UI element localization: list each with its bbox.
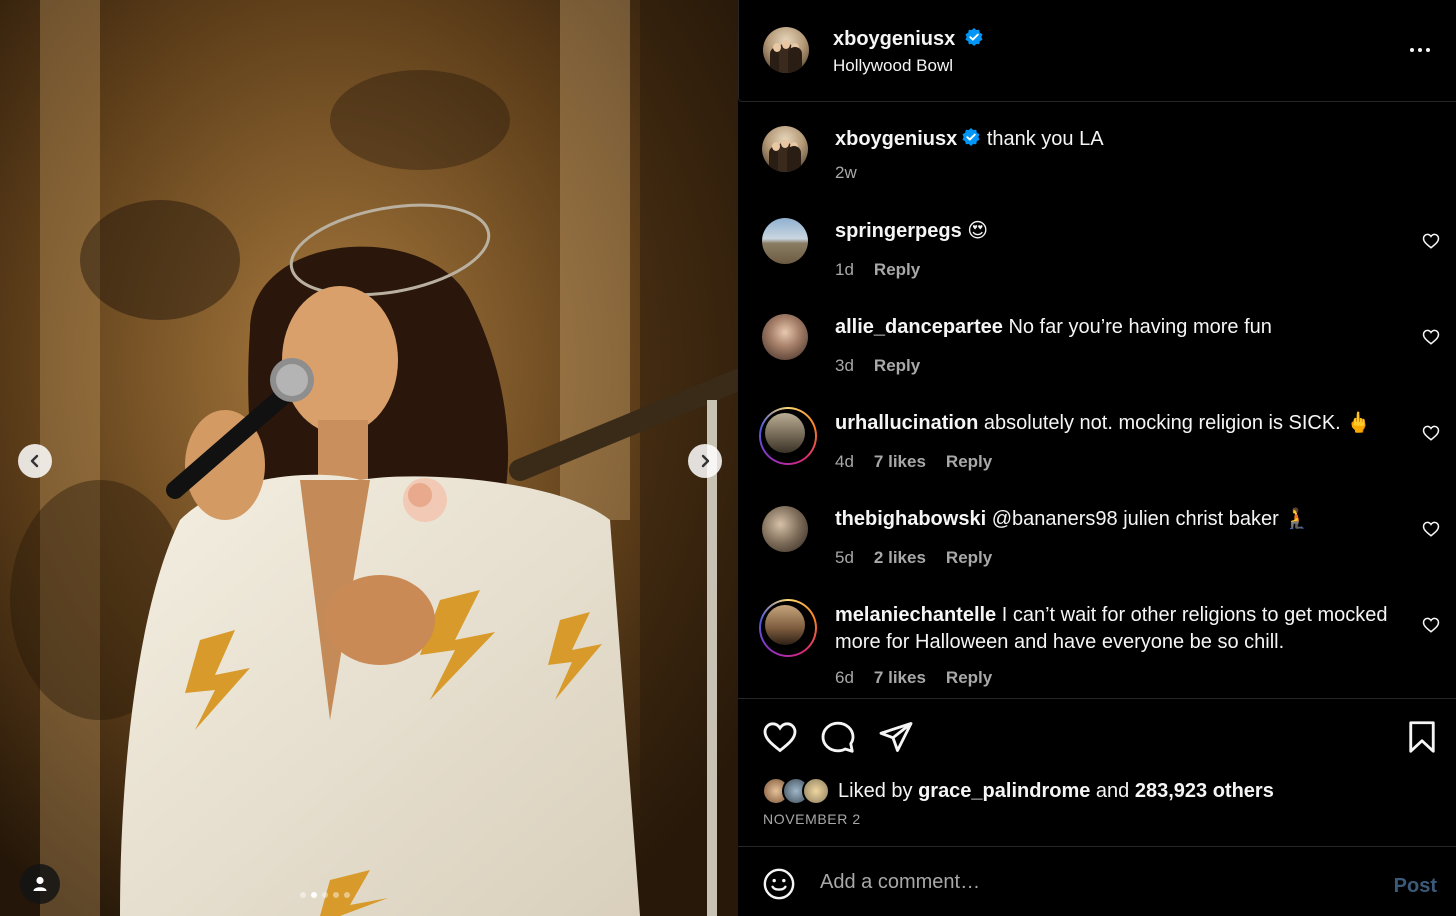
author-name-row: xboygeniusx: [833, 27, 984, 51]
comment-icon[interactable]: [820, 719, 856, 755]
next-photo-button[interactable]: [688, 444, 722, 478]
post-side-panel: xboygeniusx Hollywood Bowl xboygeniusx t…: [738, 0, 1456, 916]
comment-text: melaniechantelle I can’t wait for other …: [835, 602, 1396, 656]
comment-text: urhallucination absolutely not. mocking …: [835, 410, 1396, 437]
add-comment-bar: Post: [738, 846, 1456, 916]
comment-likes[interactable]: 7 likes: [874, 668, 926, 688]
commenter-avatar[interactable]: [762, 506, 808, 552]
carousel-dot: [333, 892, 339, 898]
post-location[interactable]: Hollywood Bowl: [833, 56, 953, 76]
commenter-avatar[interactable]: [765, 605, 805, 645]
commenter-avatar[interactable]: [762, 314, 808, 360]
caption-meta: 2w: [835, 163, 857, 183]
comment-meta: 6d 7 likes Reply: [835, 668, 992, 688]
comment-likes[interactable]: 2 likes: [874, 548, 926, 568]
post-date[interactable]: NOVEMBER 2: [763, 811, 861, 827]
post-actions: Liked by grace_palindrome and 283,923 ot…: [738, 698, 1456, 846]
liked-by-user[interactable]: grace_palindrome: [918, 780, 1090, 802]
comment-username[interactable]: allie_dancepartee: [835, 316, 1003, 338]
likes-count[interactable]: 283,923 others: [1135, 780, 1274, 802]
heart-icon[interactable]: [1422, 232, 1440, 250]
carousel-indicator: [300, 892, 350, 898]
carousel-dot: [300, 892, 306, 898]
reply-button[interactable]: Reply: [946, 452, 992, 472]
comment-age[interactable]: 5d: [835, 548, 854, 568]
chevron-left-icon: [30, 454, 39, 468]
comment-meta: 1d Reply: [835, 260, 920, 280]
comment-body: 😍: [967, 220, 989, 242]
reply-button[interactable]: Reply: [946, 668, 992, 688]
comment-meta: 4d 7 likes Reply: [835, 452, 992, 472]
comment-username[interactable]: urhallucination: [835, 412, 978, 434]
comment-age[interactable]: 6d: [835, 668, 854, 688]
caption-body: thank you LA: [986, 128, 1104, 150]
user-tag-icon: [33, 876, 47, 891]
emoji-icon[interactable]: [762, 867, 796, 901]
author-username[interactable]: xboygeniusx: [833, 28, 955, 50]
liker-avatar[interactable]: [802, 777, 830, 805]
comment-text: springerpegs 😍: [835, 218, 1396, 245]
commenter-avatar[interactable]: [765, 413, 805, 453]
comment-input[interactable]: [820, 865, 1380, 899]
commenter-avatar[interactable]: [762, 218, 808, 264]
verified-icon: [965, 28, 983, 46]
post-header: xboygeniusx Hollywood Bowl: [738, 0, 1456, 102]
share-icon[interactable]: [878, 719, 914, 755]
bookmark-icon[interactable]: [1404, 719, 1440, 755]
liked-by-text: Liked by grace_palindrome and 283,923 ot…: [838, 780, 1274, 803]
heart-icon[interactable]: [1422, 616, 1440, 634]
carousel-dot: [344, 892, 350, 898]
comment-age[interactable]: 4d: [835, 452, 854, 472]
more-icon[interactable]: [1408, 38, 1432, 62]
comment-body: @bananers98 julien christ baker 🧎: [991, 508, 1310, 530]
heart-icon[interactable]: [1422, 328, 1440, 346]
comment-likes[interactable]: 7 likes: [874, 452, 926, 472]
previous-photo-button[interactable]: [18, 444, 52, 478]
comment-body: absolutely not. mocking religion is SICK…: [983, 412, 1372, 434]
tagged-users-button[interactable]: [20, 864, 60, 904]
post-photo: [0, 0, 738, 916]
comment-body: No far you’re having more fun: [1008, 316, 1272, 338]
author-avatar[interactable]: [763, 27, 809, 73]
heart-icon[interactable]: [1422, 424, 1440, 442]
comment-username[interactable]: springerpegs: [835, 220, 962, 242]
reply-button[interactable]: Reply: [874, 356, 920, 376]
comment-meta: 5d 2 likes Reply: [835, 548, 992, 568]
reply-button[interactable]: Reply: [946, 548, 992, 568]
liked-by-row: Liked by grace_palindrome and 283,923 ot…: [762, 777, 1274, 805]
caption-age[interactable]: 2w: [835, 163, 857, 183]
comment-meta: 3d Reply: [835, 356, 920, 376]
comment-age[interactable]: 1d: [835, 260, 854, 280]
caption-text: xboygeniusx thank you LA: [835, 126, 1396, 153]
comment-username[interactable]: melaniechantelle: [835, 604, 996, 626]
carousel-dot: [322, 892, 328, 898]
caption-avatar[interactable]: [762, 126, 808, 172]
liked-by-joiner: and: [1095, 779, 1130, 802]
comment-text: thebighabowski @bananers98 julien christ…: [835, 506, 1396, 533]
post-comment-button[interactable]: Post: [1394, 875, 1437, 898]
liked-by-prefix: Liked by: [838, 779, 913, 802]
comment-username[interactable]: thebighabowski: [835, 508, 986, 530]
verified-icon: [962, 128, 980, 146]
heart-icon[interactable]: [762, 719, 798, 755]
photo-scene: [0, 0, 738, 916]
comment-text: allie_dancepartee No far you’re having m…: [835, 314, 1396, 341]
caption-username[interactable]: xboygeniusx: [835, 128, 957, 150]
carousel-dot-active: [311, 892, 317, 898]
chevron-right-icon: [701, 454, 710, 468]
reply-button[interactable]: Reply: [874, 260, 920, 280]
heart-icon[interactable]: [1422, 520, 1440, 538]
comment-age[interactable]: 3d: [835, 356, 854, 376]
